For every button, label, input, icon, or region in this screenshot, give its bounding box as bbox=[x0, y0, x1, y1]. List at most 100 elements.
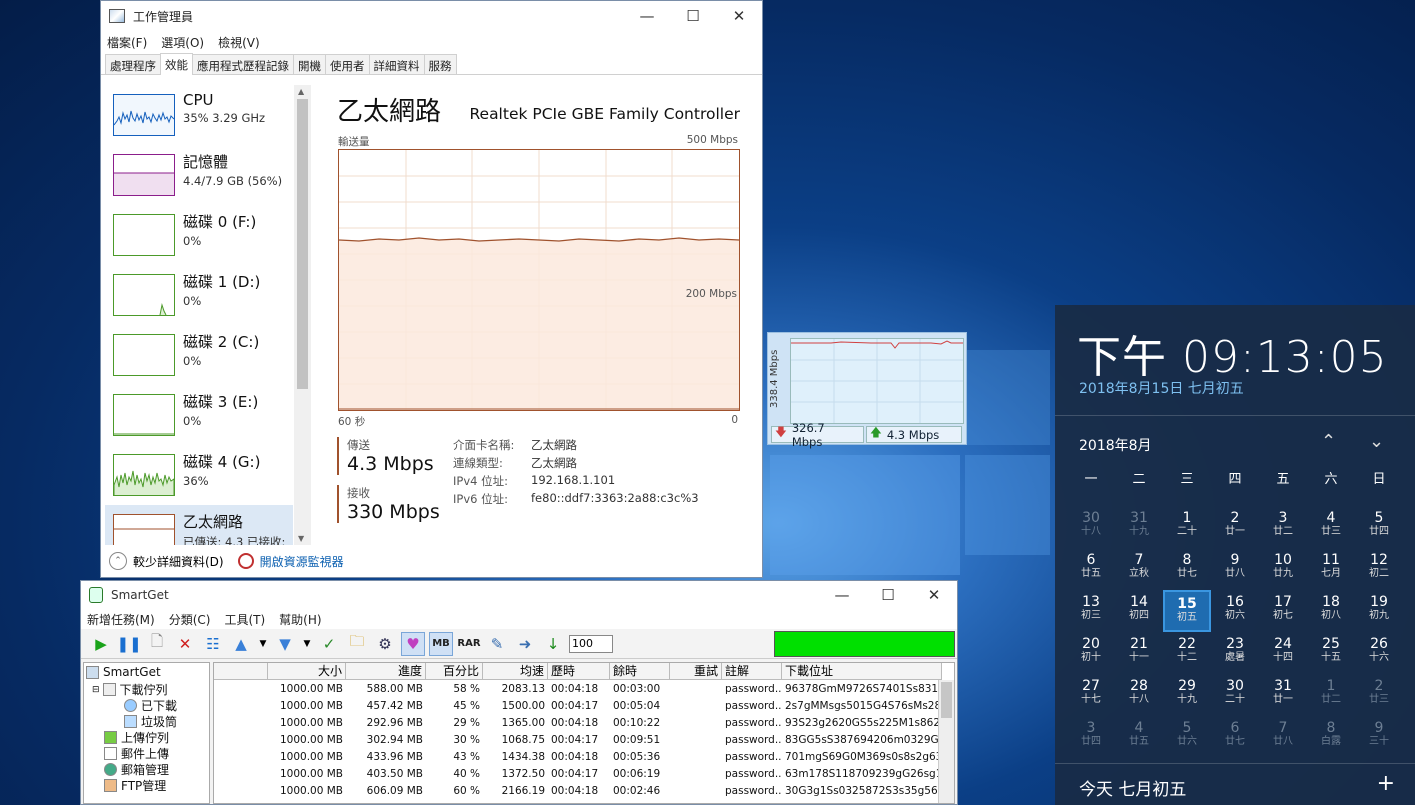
menu-file[interactable]: 檔案(F) bbox=[107, 34, 147, 51]
scroll-down-icon[interactable]: ▼ bbox=[298, 534, 304, 543]
move-down-icon[interactable]: ▼ bbox=[273, 632, 297, 656]
column-header-url[interactable]: 下載位址 bbox=[782, 663, 942, 680]
table-row[interactable]: 1000.00 MB 292.96 MB 29 % 1365.00 00:04:18 00… bbox=[214, 715, 942, 732]
column-header-retry[interactable]: 重試 bbox=[670, 663, 722, 680]
tab-app-history[interactable]: 應用程式歷程記錄 bbox=[192, 54, 294, 74]
menu-category[interactable]: 分類(C) bbox=[169, 611, 211, 628]
minimize-button[interactable]: — bbox=[624, 1, 670, 31]
heart-icon[interactable]: ♥ bbox=[401, 631, 425, 656]
calendar-day[interactable]: 22 十二 bbox=[1163, 632, 1211, 674]
calendar-day[interactable]: 29 十九 bbox=[1163, 674, 1211, 716]
download-list-scrollbar[interactable] bbox=[938, 680, 954, 803]
calendar-day[interactable]: 9 廿八 bbox=[1211, 548, 1259, 590]
calendar-day[interactable]: 3 廿四 bbox=[1067, 716, 1115, 758]
pause-icon[interactable]: ❚❚ bbox=[116, 632, 141, 656]
column-header-note[interactable]: 註解 bbox=[722, 663, 782, 680]
sidebar-item-cpu[interactable]: CPU 35% 3.29 GHz bbox=[105, 85, 293, 145]
chevron-up-icon[interactable]: ⌃ bbox=[109, 552, 127, 570]
tab-startup[interactable]: 開機 bbox=[293, 54, 326, 74]
column-header-size[interactable]: 大小 bbox=[268, 663, 346, 680]
chevron-up-icon[interactable]: ⌃ bbox=[1321, 431, 1336, 452]
calendar-day[interactable]: 9 三十 bbox=[1355, 716, 1403, 758]
close-button[interactable]: ✕ bbox=[911, 581, 957, 609]
sidebar-item-ethernet[interactable]: 乙太網路 已傳送: 4.3 已接收: bbox=[105, 505, 293, 545]
calendar-day[interactable]: 10 廿九 bbox=[1259, 548, 1307, 590]
edit-icon[interactable]: ✎ bbox=[485, 632, 509, 656]
sidebar-scroll-thumb[interactable] bbox=[297, 99, 308, 389]
menu-new-task[interactable]: 新增任務(M) bbox=[87, 611, 155, 628]
column-header-blank[interactable] bbox=[214, 663, 268, 680]
calendar-day[interactable]: 16 初六 bbox=[1211, 590, 1259, 632]
calendar-day[interactable]: 30 十八 bbox=[1067, 506, 1115, 548]
calendar-day[interactable]: 13 初三 bbox=[1067, 590, 1115, 632]
table-row[interactable]: 1000.00 MB 588.00 MB 58 % 2083.13 00:04:18 00… bbox=[214, 681, 942, 698]
add-event-icon[interactable]: + bbox=[1377, 771, 1395, 796]
calendar-day[interactable]: 1 廿二 bbox=[1307, 674, 1355, 716]
scroll-up-icon[interactable]: ▲ bbox=[298, 87, 304, 96]
mb-unit-icon[interactable]: MB bbox=[429, 631, 453, 656]
menu-options[interactable]: 選項(O) bbox=[161, 34, 204, 51]
column-header-remaining[interactable]: 餘時 bbox=[610, 663, 670, 680]
sidebar-item-disk-2[interactable]: 磁碟 2 (C:) 0% bbox=[105, 325, 293, 385]
calendar-day[interactable]: 20 初十 bbox=[1067, 632, 1115, 674]
table-row[interactable]: 1000.00 MB 403.50 MB 40 % 1372.50 00:04:17 00… bbox=[214, 766, 942, 783]
sidebar-item-disk-3[interactable]: 磁碟 3 (E:) 0% bbox=[105, 385, 293, 445]
delete-icon[interactable]: ✕ bbox=[173, 632, 197, 656]
calendar-day[interactable]: 5 廿六 bbox=[1163, 716, 1211, 758]
network-monitor-widget[interactable]: 338.4 Mbps 🡇 326.7 Mbps 🡅 4.3 Mbps bbox=[767, 332, 967, 449]
calendar-day[interactable]: 31 十九 bbox=[1115, 506, 1163, 548]
smartget-titlebar[interactable]: SmartGet — ☐ ✕ bbox=[81, 581, 957, 609]
collapse-icon[interactable]: ⊟ bbox=[92, 685, 100, 695]
dropdown-arrow-icon[interactable]: ▼ bbox=[257, 632, 269, 656]
maximize-button[interactable]: ☐ bbox=[865, 581, 911, 609]
calendar-day[interactable]: 11 七月 bbox=[1307, 548, 1355, 590]
calendar-day[interactable]: 27 十七 bbox=[1067, 674, 1115, 716]
calendar-day[interactable]: 23 處暑 bbox=[1211, 632, 1259, 674]
sidebar-scrollbar[interactable]: ▲ ▼ bbox=[294, 85, 311, 545]
calendar-day[interactable]: 2 廿一 bbox=[1211, 506, 1259, 548]
tree-item-mailbox[interactable]: 郵箱管理 bbox=[104, 761, 169, 778]
tab-performance[interactable]: 效能 bbox=[160, 53, 193, 75]
calendar-day[interactable]: 28 十八 bbox=[1115, 674, 1163, 716]
sidebar-item-memory[interactable]: 記憶體 4.4/7.9 GB (56%) bbox=[105, 145, 293, 205]
start-icon[interactable]: ▶ bbox=[89, 632, 113, 656]
menu-tools[interactable]: 工具(T) bbox=[224, 611, 265, 628]
binoculars-icon[interactable]: ⚙ bbox=[373, 632, 397, 656]
table-row[interactable]: 1000.00 MB 433.96 MB 43 % 1434.38 00:04:18 00… bbox=[214, 749, 942, 766]
fewer-details-link[interactable]: 較少詳細資料(D) bbox=[133, 553, 224, 570]
menu-help[interactable]: 幫助(H) bbox=[279, 611, 321, 628]
tree-item-downloaded[interactable]: 已下載 bbox=[124, 697, 177, 714]
close-button[interactable]: ✕ bbox=[716, 1, 762, 31]
max-tasks-spinner[interactable]: 100 bbox=[569, 634, 613, 653]
calendar-day[interactable]: 26 十六 bbox=[1355, 632, 1403, 674]
calendar-day-today[interactable]: 15 初五 bbox=[1163, 590, 1211, 632]
sidebar-item-disk-1[interactable]: 磁碟 1 (D:) 0% bbox=[105, 265, 293, 325]
calendar-day[interactable]: 7 立秋 bbox=[1115, 548, 1163, 590]
calendar-day[interactable]: 4 廿五 bbox=[1115, 716, 1163, 758]
tree-item-trash[interactable]: 垃圾筒 bbox=[124, 713, 177, 730]
column-header-progress[interactable]: 進度 bbox=[346, 663, 426, 680]
calendar-day[interactable]: 5 廿四 bbox=[1355, 506, 1403, 548]
calendar-day[interactable]: 30 二十 bbox=[1211, 674, 1259, 716]
calendar-month[interactable]: 2018年8月 bbox=[1079, 435, 1152, 455]
tab-processes[interactable]: 處理程序 bbox=[105, 54, 161, 74]
minimize-button[interactable]: — bbox=[819, 581, 865, 609]
rar-icon[interactable]: RAR bbox=[457, 632, 481, 656]
properties-icon[interactable]: ☷ bbox=[201, 632, 225, 656]
calendar-day[interactable]: 4 廿三 bbox=[1307, 506, 1355, 548]
tab-users[interactable]: 使用者 bbox=[325, 54, 370, 74]
calendar-day[interactable]: 24 十四 bbox=[1259, 632, 1307, 674]
table-row[interactable]: 1000.00 MB 606.09 MB 60 % 2166.19 00:04:18 00… bbox=[214, 783, 942, 800]
dropdown-arrow-icon[interactable]: ▼ bbox=[301, 632, 313, 656]
calendar-day[interactable]: 17 初七 bbox=[1259, 590, 1307, 632]
column-header-percent[interactable]: 百分比 bbox=[426, 663, 483, 680]
calendar-day[interactable]: 14 初四 bbox=[1115, 590, 1163, 632]
calendar-day[interactable]: 21 十一 bbox=[1115, 632, 1163, 674]
calendar-day[interactable]: 3 廿二 bbox=[1259, 506, 1307, 548]
open-resource-monitor-link[interactable]: 開啟資源監視器 bbox=[260, 553, 344, 570]
tab-services[interactable]: 服務 bbox=[423, 54, 457, 74]
clock-date[interactable]: 2018年8月15日 七月初五 bbox=[1079, 378, 1244, 398]
calendar-day[interactable]: 19 初九 bbox=[1355, 590, 1403, 632]
column-header-avg-speed[interactable]: 均速 bbox=[483, 663, 548, 680]
download-list-scroll-thumb[interactable] bbox=[941, 682, 952, 718]
